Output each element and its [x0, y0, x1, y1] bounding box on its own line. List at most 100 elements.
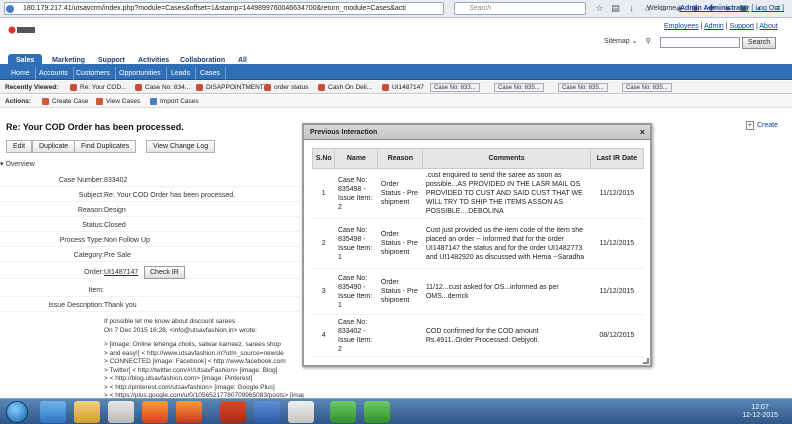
table-row: 2 Case No: 835498 - Issue Item: 1 Order …: [312, 218, 644, 269]
mail-line: If possible let me know about discount s…: [104, 318, 236, 325]
browser-search-input[interactable]: Search: [454, 2, 586, 15]
cell-name: Case No: 835490 - Issue Item: 1: [334, 268, 378, 315]
cell-reason: [377, 314, 423, 357]
user-link[interactable]: Admin Administrator: [680, 5, 749, 12]
nav-home[interactable]: Home: [6, 67, 36, 80]
address-bar[interactable]: 180.179.217.41/utsavcrm/index.php?module…: [4, 2, 444, 15]
recently-viewed-label: Recently Viewed:: [5, 84, 59, 91]
recent-item[interactable]: order status: [264, 81, 308, 93]
cell-comments: .cust enquired to send the saree as soon…: [422, 168, 591, 219]
cell-comments: COD confirmed for the COD amount Rs.4911…: [422, 314, 591, 357]
close-icon[interactable]: ×: [640, 126, 645, 139]
start-button[interactable]: [6, 401, 28, 423]
cell-reason: Order Status - Pre shipment: [377, 218, 423, 269]
firefox-icon[interactable]: [142, 401, 168, 423]
media-icon[interactable]: [108, 401, 134, 423]
field-row: Subject: Re: Your COD Order has been proc…: [0, 189, 300, 202]
find-duplicates-button[interactable]: Find Duplicates: [74, 140, 137, 153]
cell-date: 11/12/2015: [590, 168, 644, 219]
view-cases-icon: [96, 97, 103, 105]
search-button[interactable]: Search: [742, 37, 776, 49]
cell-sno: 4: [312, 314, 335, 357]
view-cases-action[interactable]: View Cases: [96, 95, 140, 108]
network-icon[interactable]: [254, 401, 280, 423]
crm-search-input[interactable]: [660, 37, 740, 48]
nav-cases[interactable]: Cases: [195, 67, 226, 80]
tab-activities[interactable]: Activities: [130, 54, 177, 67]
nav-customers[interactable]: Customers: [71, 67, 116, 80]
create-case-action[interactable]: Create Case: [42, 95, 89, 108]
tab-all[interactable]: All: [230, 54, 255, 67]
app-icon[interactable]: [288, 401, 314, 423]
case-icon: [318, 83, 325, 91]
top-links: Employees | Admin | Support | About: [664, 23, 778, 30]
create-label: Create: [756, 122, 778, 129]
recent-item[interactable]: Case No: 835...: [622, 83, 672, 92]
field-value: Design: [104, 207, 126, 214]
cell-name: Case No: 835498 - Issue Item: 2: [334, 168, 378, 219]
dialog-titlebar[interactable]: Previous Interaction: [304, 125, 650, 140]
tab-collaboration[interactable]: Collaboration: [172, 54, 233, 67]
case-icon: [264, 83, 271, 91]
nav-accounts[interactable]: Accounts: [34, 67, 74, 80]
create-link[interactable]: + Create: [745, 121, 778, 130]
explorer-icon[interactable]: [74, 401, 100, 423]
admin-link[interactable]: Admin: [704, 23, 724, 30]
employees-link[interactable]: Employees: [664, 23, 699, 30]
edit-button[interactable]: Edit: [6, 140, 33, 153]
field-label: Process Type:: [59, 237, 104, 244]
mail-line: > Twitter] < http://twitter.com/#!/Utsav…: [104, 366, 278, 374]
spreadsheet-icon[interactable]: [330, 401, 356, 423]
recent-item[interactable]: Cash On Deli...: [318, 81, 372, 93]
field-label: Reason:: [77, 207, 104, 214]
tab-marketing[interactable]: Marketing: [44, 54, 93, 67]
cell-reason: Order Status - Pre shipment: [377, 168, 423, 219]
spreadsheet2-icon[interactable]: [364, 401, 390, 423]
col-last-ir-date: Last IR Date: [589, 148, 645, 169]
filezilla-icon[interactable]: [220, 401, 246, 423]
resize-handle[interactable]: [643, 358, 649, 364]
support-link[interactable]: Support: [730, 23, 755, 30]
reading-icon[interactable]: ▤: [610, 3, 621, 14]
recent-item[interactable]: Case No: 835...: [558, 83, 608, 92]
import-cases-action[interactable]: Import Cases: [150, 95, 199, 108]
nav-leads[interactable]: Leads: [166, 67, 197, 80]
detail-button-bar: Edit Duplicate Find Duplicates View Chan…: [0, 140, 300, 154]
actions-bar: Actions: Create Case View Cases Import C…: [0, 95, 792, 108]
action-label: Create Case: [52, 98, 89, 105]
field-row: Issue Description: Thank you: [0, 299, 300, 312]
welcome-label: Welcome,: [647, 5, 679, 12]
col-sno: S.No: [311, 148, 336, 169]
firefox2-icon[interactable]: [176, 401, 202, 423]
field-label: Order:: [84, 269, 104, 276]
globe-icon: [6, 5, 14, 13]
recent-item[interactable]: Case No: 834...: [135, 81, 191, 93]
recent-item[interactable]: Case No: 835...: [494, 83, 544, 92]
view-change-log-button[interactable]: View Change Log: [146, 140, 216, 153]
nav-opportunities[interactable]: Opportunities: [114, 67, 167, 80]
duplicate-button[interactable]: Duplicate: [32, 140, 76, 153]
ie-icon[interactable]: [40, 401, 66, 423]
check-ir-button[interactable]: Check IR: [144, 266, 185, 279]
case-icon: [135, 83, 142, 91]
about-link[interactable]: About: [759, 23, 777, 30]
create-case-icon: [42, 97, 49, 105]
mail-line: > [image: Online lehenga cholis, salwar …: [104, 341, 281, 348]
tab-sales[interactable]: Sales: [8, 54, 43, 67]
recent-item-label: Case No: 834...: [145, 84, 191, 91]
field-row: Item:: [0, 284, 300, 297]
overview-header[interactable]: ▾ Overview: [0, 160, 300, 170]
star-icon[interactable]: ☆: [594, 3, 605, 14]
recent-item[interactable]: Case No: 833...: [430, 83, 480, 92]
recent-item[interactable]: Re: Your COD...: [70, 81, 127, 93]
logout-link[interactable]: [ Log Out ]: [751, 5, 784, 12]
mail-line: > < http://pinterest.com/utsavfashion> […: [104, 383, 275, 391]
dialog-title: Previous Interaction: [310, 129, 378, 136]
download-icon[interactable]: ↓: [626, 3, 637, 14]
sitemap-dropdown[interactable]: Sitemap ⌄ ⚲: [604, 37, 651, 45]
recent-item[interactable]: DISAPPOINTMENT: [196, 81, 264, 93]
recent-item[interactable]: UI1487147: [382, 81, 424, 93]
tab-support[interactable]: Support: [90, 54, 133, 67]
order-link[interactable]: UI1487147: [104, 269, 138, 276]
system-clock[interactable]: 12:07 12-12-2015: [742, 404, 778, 420]
